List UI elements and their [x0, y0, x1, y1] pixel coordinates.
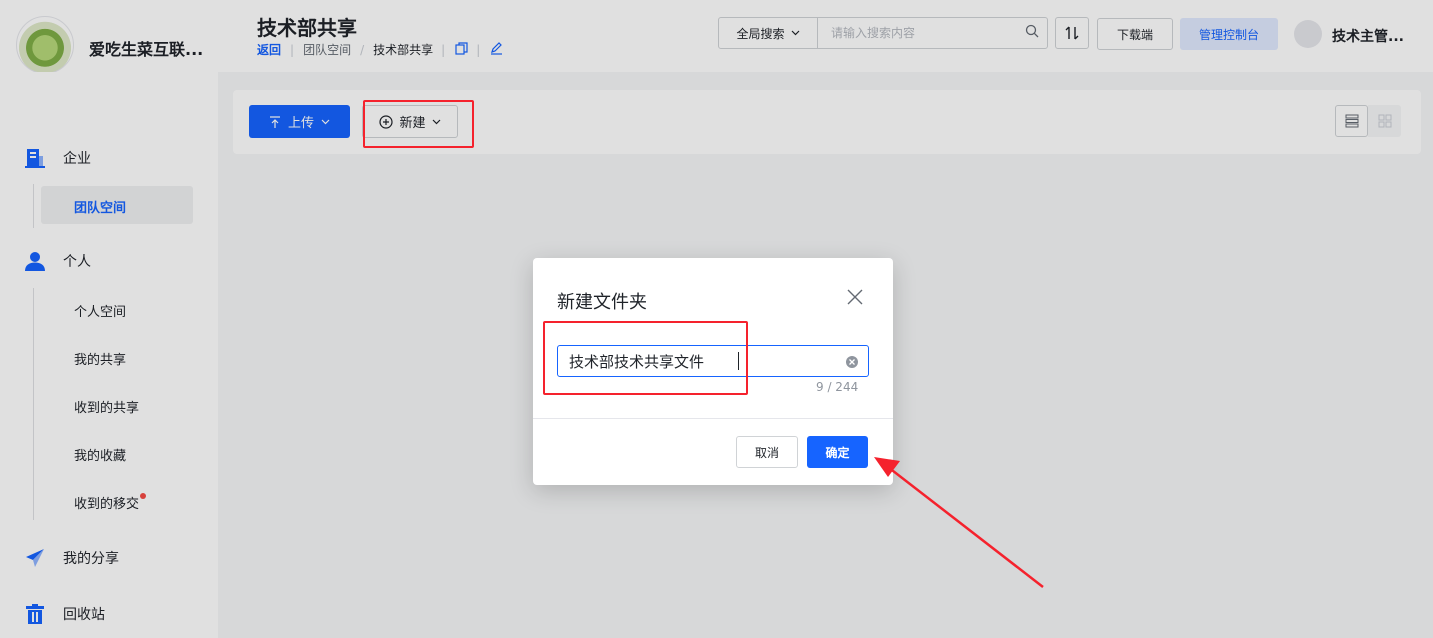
dialog-divider	[533, 418, 893, 419]
annotation-arrow	[874, 457, 1044, 588]
close-icon[interactable]	[845, 287, 865, 307]
confirm-button[interactable]: 确定	[807, 436, 868, 468]
dialog-title: 新建文件夹	[557, 292, 647, 313]
cancel-button[interactable]: 取消	[736, 436, 798, 468]
annotation-box-new	[363, 100, 474, 148]
annotation-box-input	[543, 321, 748, 395]
clear-icon[interactable]	[845, 354, 859, 368]
char-counter: 9 / 244	[816, 380, 859, 394]
